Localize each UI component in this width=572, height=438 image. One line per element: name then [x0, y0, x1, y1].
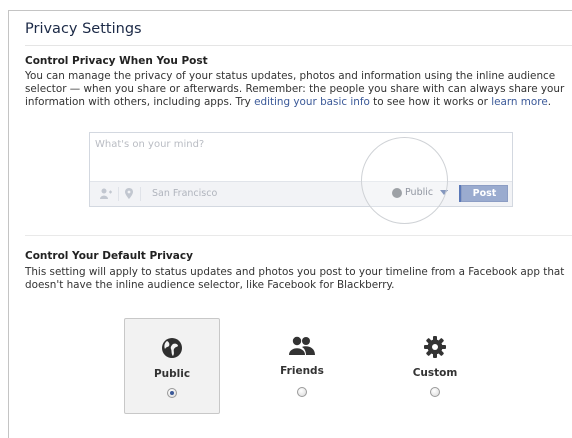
post-button[interactable]: Post [459, 185, 508, 202]
privacy-radio-friends[interactable] [297, 387, 307, 397]
default-privacy-description: This setting will apply to status update… [25, 266, 565, 291]
location-field[interactable]: San Francisco [152, 188, 217, 199]
privacy-option-public[interactable]: Public [124, 318, 220, 414]
gear-icon [387, 336, 483, 360]
add-friend-icon[interactable] [100, 188, 112, 202]
toolbar-separator [140, 187, 141, 201]
section-divider [25, 235, 572, 236]
description-text: . [547, 96, 552, 108]
status-input[interactable]: What's on your mind? [95, 139, 204, 150]
edit-basic-info-link[interactable]: editing your basic info [254, 96, 370, 108]
privacy-option-friends[interactable]: Friends [254, 318, 350, 414]
toolbar-separator [118, 187, 119, 201]
privacy-option-label: Custom [412, 367, 458, 379]
description-text: to see how it works or [369, 96, 492, 108]
dropdown-caret-icon [440, 190, 449, 195]
location-pin-icon[interactable] [125, 188, 133, 202]
globe-icon [392, 187, 402, 198]
page-title: Privacy Settings [25, 21, 142, 37]
post-privacy-description: You can manage the privacy of your statu… [25, 70, 565, 109]
privacy-radio-custom[interactable] [430, 387, 440, 397]
learn-more-link[interactable]: learn more [491, 96, 548, 108]
section-heading-default-privacy: Control Your Default Privacy [25, 250, 193, 262]
privacy-option-label: Friends [280, 365, 324, 377]
audience-selector[interactable]: Public [392, 187, 449, 198]
status-composer: What's on your mind? San Francisco Publi… [89, 132, 513, 207]
audience-label: Public [405, 187, 434, 198]
privacy-option-custom[interactable]: Custom [387, 318, 483, 414]
title-divider [25, 45, 572, 46]
composer-toolbar: San Francisco Public Post [90, 181, 512, 206]
globe-icon [125, 337, 219, 361]
friends-icon [254, 336, 350, 360]
privacy-option-label: Public [153, 368, 191, 380]
privacy-radio-public[interactable] [167, 388, 177, 398]
section-heading-post-privacy: Control Privacy When You Post [25, 55, 208, 67]
